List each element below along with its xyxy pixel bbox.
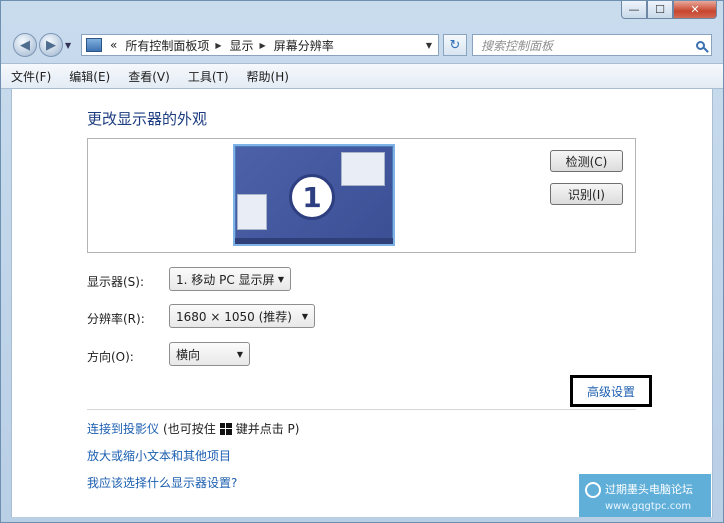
caption-buttons: — ☐ ✕ bbox=[621, 1, 717, 19]
advanced-settings-link[interactable]: 高级设置 bbox=[587, 383, 635, 400]
windows-logo-icon bbox=[219, 422, 232, 435]
chevron-down-icon: ▼ bbox=[236, 349, 243, 359]
watermark-badge: 过期墨头电脑论坛 www.gqgtpc.com bbox=[579, 474, 711, 518]
resolution-select-value: 1680 × 1050 (推荐) bbox=[176, 309, 292, 324]
address-bar[interactable]: « 所有控制面板项 ▶ 显示 ▶ 屏幕分辨率 ▼ bbox=[81, 34, 439, 56]
which-settings-row: 我应该选择什么显示器设置? bbox=[87, 474, 237, 491]
menu-bar: 文件(F) 编辑(E) 查看(V) 工具(T) 帮助(H) bbox=[1, 63, 723, 89]
breadcrumb-screen-resolution[interactable]: 屏幕分辨率 bbox=[274, 37, 334, 54]
projector-row: 连接到投影仪 (也可按住 键并点击 P) bbox=[87, 420, 299, 437]
text-size-link[interactable]: 放大或缩小文本和其他项目 bbox=[87, 447, 231, 464]
breadcrumb-display[interactable]: 显示 bbox=[230, 37, 254, 54]
window-bottom-frame bbox=[1, 517, 723, 522]
search-icon[interactable] bbox=[696, 40, 705, 50]
breadcrumb-all-items[interactable]: 所有控制面板项 bbox=[125, 37, 209, 54]
content-pane: 更改显示器的外观 1 检测(C) 识别(I) 显示器(S): 1. 移动 PC … bbox=[11, 89, 713, 519]
advanced-settings-highlight: 高级设置 bbox=[570, 375, 652, 407]
breadcrumb-separator-icon[interactable]: ▶ bbox=[215, 41, 221, 50]
display-select[interactable]: 1. 移动 PC 显示屏 ▼ bbox=[169, 267, 291, 291]
chevron-down-icon[interactable]: ▼ bbox=[426, 41, 432, 50]
section-divider bbox=[87, 409, 636, 410]
breadcrumb-overflow[interactable]: « bbox=[110, 38, 117, 52]
text-size-row: 放大或缩小文本和其他项目 bbox=[87, 447, 231, 464]
orientation-label: 方向(O): bbox=[87, 350, 134, 364]
close-button[interactable]: ✕ bbox=[673, 1, 717, 19]
taskbar-thumbnail bbox=[235, 238, 393, 244]
menu-file[interactable]: 文件(F) bbox=[11, 68, 51, 85]
control-panel-window: — ☐ ✕ ◀ ▶ ▼ « 所有控制面板项 ▶ 显示 ▶ 屏幕分辨率 ▼ ↻ 搜… bbox=[0, 0, 724, 523]
back-button[interactable]: ◀ bbox=[13, 33, 37, 57]
resolution-select[interactable]: 1680 × 1050 (推荐) ▼ bbox=[169, 304, 315, 328]
minimize-button[interactable]: — bbox=[621, 1, 647, 19]
watermark-url: www.gqgtpc.com bbox=[605, 500, 692, 512]
detect-button[interactable]: 检测(C) bbox=[550, 150, 623, 172]
back-arrow-icon: ◀ bbox=[20, 37, 30, 53]
monitor-1-tile[interactable]: 1 bbox=[233, 144, 395, 246]
control-panel-icon bbox=[86, 38, 102, 52]
recent-pages-dropdown[interactable]: ▼ bbox=[65, 41, 71, 50]
search-input[interactable]: 搜索控制面板 bbox=[481, 37, 553, 54]
menu-help[interactable]: 帮助(H) bbox=[247, 68, 289, 85]
chevron-down-icon: ▼ bbox=[301, 311, 308, 321]
menu-tools[interactable]: 工具(T) bbox=[188, 68, 229, 85]
refresh-icon: ↻ bbox=[449, 37, 461, 53]
identify-button[interactable]: 识别(I) bbox=[550, 183, 623, 205]
forward-button[interactable]: ▶ bbox=[39, 33, 63, 57]
window-thumbnail-icon bbox=[237, 194, 267, 230]
window-thumbnail-icon bbox=[341, 152, 385, 186]
navigation-bar: ◀ ▶ ▼ « 所有控制面板项 ▶ 显示 ▶ 屏幕分辨率 ▼ ↻ 搜索控制面板 bbox=[1, 29, 723, 63]
maximize-button[interactable]: ☐ bbox=[647, 1, 673, 19]
orientation-select[interactable]: 横向 ▼ bbox=[169, 342, 250, 366]
monitor-number-badge: 1 bbox=[289, 174, 335, 220]
monitor-preview-area: 1 检测(C) 识别(I) bbox=[87, 138, 636, 253]
which-settings-link[interactable]: 我应该选择什么显示器设置? bbox=[87, 474, 237, 491]
menu-edit[interactable]: 编辑(E) bbox=[69, 68, 110, 85]
chevron-down-icon: ▼ bbox=[277, 274, 284, 284]
forum-logo-icon bbox=[585, 482, 601, 498]
orientation-select-value: 横向 bbox=[176, 347, 201, 362]
resolution-label: 分辨率(R): bbox=[87, 312, 145, 326]
display-label: 显示器(S): bbox=[87, 275, 145, 289]
display-select-value: 1. 移动 PC 显示屏 bbox=[176, 272, 275, 287]
projector-hint-start: (也可按住 bbox=[163, 422, 216, 436]
projector-hint-end: 键并点击 P) bbox=[235, 422, 300, 436]
title-bar: — ☐ ✕ bbox=[1, 1, 723, 29]
watermark-title: 过期墨头电脑论坛 bbox=[605, 482, 693, 496]
refresh-button[interactable]: ↻ bbox=[443, 34, 467, 56]
search-box[interactable]: 搜索控制面板 bbox=[472, 34, 712, 56]
breadcrumb-separator-icon[interactable]: ▶ bbox=[260, 41, 266, 50]
page-title: 更改显示器的外观 bbox=[87, 110, 208, 128]
forward-arrow-icon: ▶ bbox=[46, 37, 56, 53]
connect-projector-link[interactable]: 连接到投影仪 bbox=[87, 420, 159, 437]
menu-view[interactable]: 查看(V) bbox=[128, 68, 170, 85]
